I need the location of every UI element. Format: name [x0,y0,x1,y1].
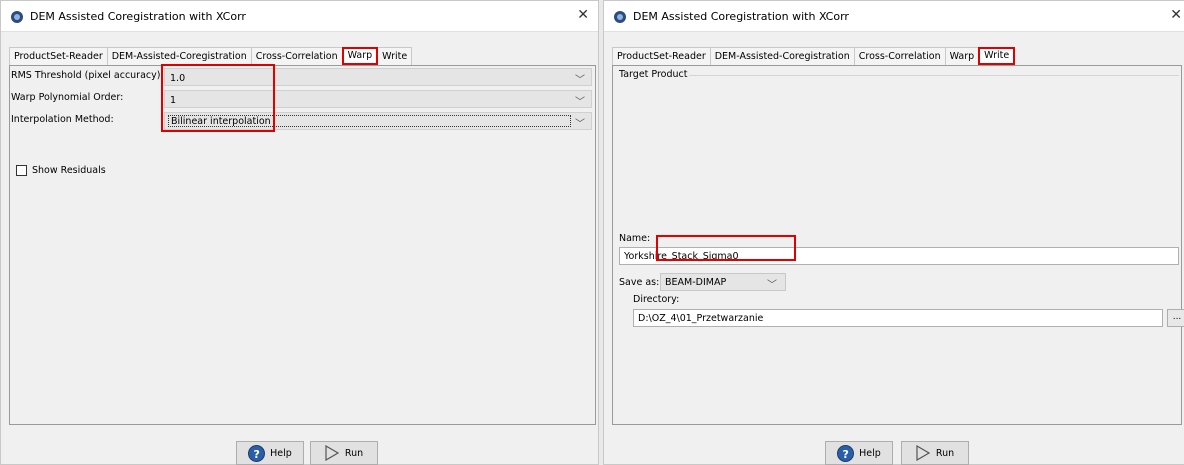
window-title: DEM Assisted Coregistration with XCorr [633,10,849,23]
target-product-title: Target Product [619,69,690,80]
show-residuals-label: Show Residuals [32,165,106,176]
warp-panel: RMS Threshold (pixel accuracy): 1.0 ﹀ Wa… [9,65,596,425]
save-as-label: Save as: [619,277,660,288]
tab-warp[interactable]: Warp [341,47,379,65]
help-button[interactable]: ? Help [825,441,893,465]
rms-row: RMS Threshold (pixel accuracy): 1.0 ﹀ [11,67,594,87]
rms-threshold-value: 1.0 [170,73,186,84]
warp-window: DEM Assisted Coregistration with XCorr ✕… [0,0,599,465]
tab-cross-correlation[interactable]: Cross-Correlation [250,47,343,65]
run-button[interactable]: Run [310,441,378,465]
dialog-body: ProductSet-Reader DEM-Assisted-Coregistr… [1,31,598,465]
chevron-down-icon: ﹀ [575,75,585,86]
interpolation-label: Interpolation Method: [11,114,114,125]
close-icon[interactable]: ✕ [577,7,589,23]
run-label: Run [344,447,364,459]
run-button[interactable]: Run [901,441,969,465]
tab-dem-assisted-coregistration[interactable]: DEM-Assisted-Coregistration [106,47,252,65]
app-icon [614,11,626,23]
interpolation-select[interactable]: Bilinear interpolation ﹀ [164,112,592,130]
tab-write[interactable]: Write [377,47,413,65]
interpolation-value: Bilinear interpolation [168,115,571,127]
help-label: Help [859,447,881,459]
help-icon: ? [837,444,855,462]
chevron-down-icon: ﹀ [575,119,585,130]
browse-button[interactable]: ... [1167,309,1184,327]
warp-order-label: Warp Polynomial Order: [11,92,124,103]
checkbox-box[interactable] [16,165,27,176]
save-as-value: BEAM-DIMAP [665,277,727,288]
chevron-down-icon: ﹀ [767,280,777,291]
run-icon [916,445,930,461]
close-icon[interactable]: ✕ [1170,7,1182,23]
interp-row: Interpolation Method: Bilinear interpola… [11,111,594,131]
run-label: Run [935,447,955,459]
tab-productset-reader[interactable]: ProductSet-Reader [9,47,108,65]
help-button[interactable]: ? Help [236,441,304,465]
help-label: Help [270,447,292,459]
tab-bar: ProductSet-Reader DEM-Assisted-Coregistr… [612,47,1016,65]
order-row: Warp Polynomial Order: 1 ﹀ [11,89,594,109]
chevron-down-icon: ﹀ [575,97,585,108]
name-field[interactable]: Yorkshire_Stack_Sigma0 [619,247,1179,265]
button-bar: ? Help Run [604,425,1184,465]
window-title: DEM Assisted Coregistration with XCorr [30,10,246,23]
app-icon [11,11,23,23]
save-as-select[interactable]: BEAM-DIMAP ﹀ [660,273,786,291]
directory-field[interactable]: D:\OZ_4\01_Przetwarzanie [633,309,1163,327]
tab-productset-reader[interactable]: ProductSet-Reader [612,47,711,65]
tab-cross-correlation[interactable]: Cross-Correlation [853,47,946,65]
write-panel: Target Product Name: Yorkshire_Stack_Sig… [612,65,1184,425]
tab-warp[interactable]: Warp [944,47,980,65]
button-bar: ? Help Run [1,425,598,465]
write-window: DEM Assisted Coregistration with XCorr ✕… [603,0,1184,465]
show-residuals-checkbox[interactable]: Show Residuals [16,165,106,176]
help-icon: ? [248,444,266,462]
name-label: Name: [619,233,651,244]
title-bar: DEM Assisted Coregistration with XCorr ✕ [604,1,1184,31]
warp-order-select[interactable]: 1 ﹀ [164,90,592,108]
tab-bar: ProductSet-Reader DEM-Assisted-Coregistr… [9,47,413,65]
run-icon [325,445,339,461]
rms-threshold-label: RMS Threshold (pixel accuracy): [11,70,164,81]
title-bar: DEM Assisted Coregistration with XCorr ✕ [1,1,598,31]
group-divider [685,75,1179,76]
dialog-body: ProductSet-Reader DEM-Assisted-Coregistr… [604,31,1184,465]
directory-label: Directory: [633,294,680,305]
tab-dem-assisted-coregistration[interactable]: DEM-Assisted-Coregistration [709,47,855,65]
tab-write[interactable]: Write [978,47,1016,65]
warp-order-value: 1 [170,95,177,106]
rms-threshold-select[interactable]: 1.0 ﹀ [164,68,592,86]
